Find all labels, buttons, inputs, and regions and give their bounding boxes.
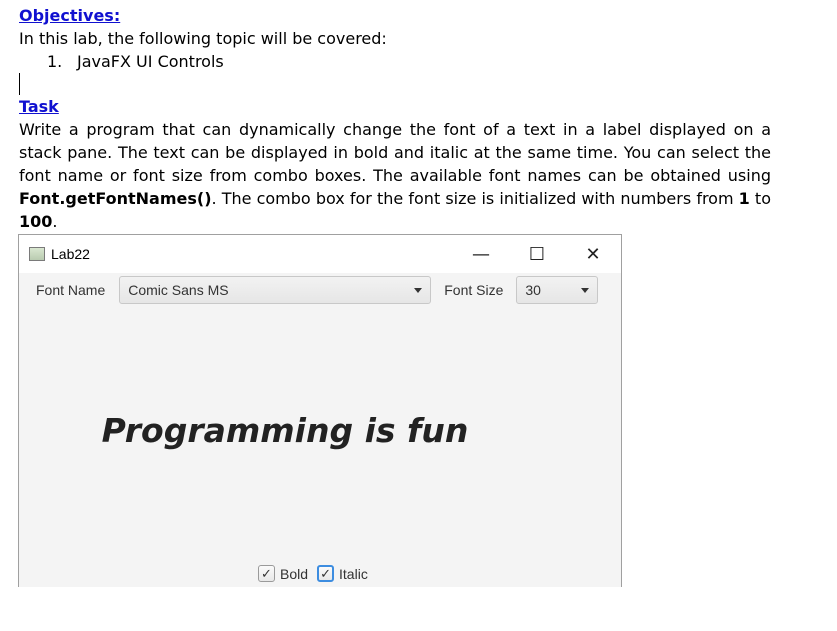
font-size-label: Font Size <box>444 282 504 298</box>
task-text: to <box>749 189 771 208</box>
task-number: 100 <box>19 212 53 231</box>
window-title: Lab22 <box>51 246 90 262</box>
font-name-value: Comic Sans MS <box>128 282 229 298</box>
app-window: Lab22 — ☐ ✕ Font Name Comic Sans MS Font… <box>18 234 622 587</box>
chevron-down-icon <box>581 288 590 293</box>
objectives-heading: Objectives: <box>19 6 121 25</box>
bold-label[interactable]: Bold <box>280 566 308 582</box>
style-checkboxes: ✓ Bold ✓ Italic <box>258 565 377 582</box>
maximize-button[interactable]: ☐ <box>509 235 565 273</box>
font-name-combo[interactable]: Comic Sans MS <box>119 276 432 304</box>
window-controls: — ☐ ✕ <box>453 235 621 273</box>
task-text: Write a program that can dynamically cha… <box>19 120 771 185</box>
minimize-button[interactable]: — <box>453 235 509 273</box>
task-number: 1 <box>738 189 750 208</box>
intro-text: In this lab, the following topic will be… <box>19 29 387 48</box>
task-text: . <box>52 212 58 231</box>
lab-document: Objectives: In this lab, the following t… <box>19 4 771 233</box>
close-button[interactable]: ✕ <box>565 235 621 273</box>
italic-label[interactable]: Italic <box>339 566 368 582</box>
task-text: . The combo box for the font size is ini… <box>211 189 739 208</box>
font-size-combo[interactable]: 30 <box>516 276 599 304</box>
font-size-value: 30 <box>525 282 541 298</box>
sample-label: Programming is fun <box>101 411 469 450</box>
text-cursor <box>19 73 20 95</box>
task-code: Font.getFontNames() <box>19 189 212 208</box>
font-toolbar: Font Name Comic Sans MS Font Size 30 <box>19 273 621 307</box>
title-bar[interactable]: Lab22 — ☐ ✕ <box>19 235 621 273</box>
list-item-text: JavaFX UI Controls <box>77 52 224 71</box>
chevron-down-icon <box>414 288 423 293</box>
list-number: 1. <box>47 52 63 71</box>
font-name-label: Font Name <box>36 282 106 298</box>
topic-list-item: 1. JavaFX UI Controls <box>19 50 771 73</box>
app-icon <box>29 247 45 261</box>
bold-checkbox[interactable]: ✓ <box>258 565 275 582</box>
italic-checkbox[interactable]: ✓ <box>317 565 335 582</box>
task-description: Write a program that can dynamically cha… <box>19 118 771 233</box>
task-heading: Task <box>19 97 59 116</box>
